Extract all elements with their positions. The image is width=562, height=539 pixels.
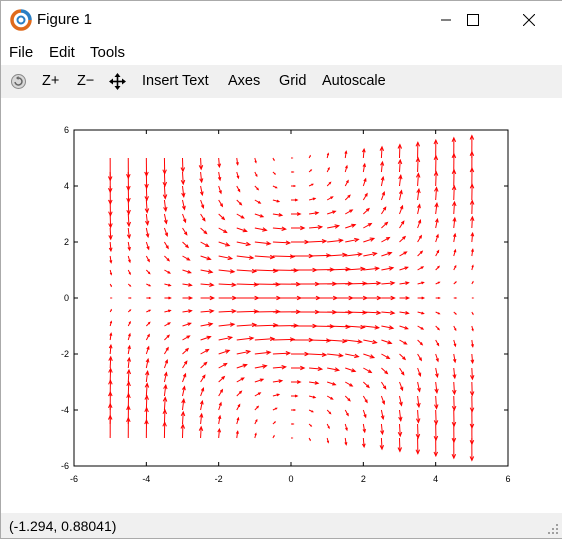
- cursor-coordinates: (-1.294, 0.88041): [9, 518, 116, 534]
- quiver-arrow: [291, 424, 293, 425]
- title-bar: Figure 1: [1, 1, 562, 39]
- close-button[interactable]: [506, 1, 552, 39]
- zoom-in-button[interactable]: Z+: [42, 73, 59, 89]
- y-tick-label: 2: [64, 237, 69, 247]
- y-tick-labels: 6 4 2 0 -2 -4 -6: [61, 125, 69, 471]
- maximize-icon: [467, 14, 479, 26]
- y-tick-label: 4: [64, 181, 69, 191]
- quiver-arrow: [291, 172, 293, 173]
- x-tick-label: 0: [288, 474, 293, 484]
- axes-button[interactable]: Axes: [228, 73, 260, 89]
- y-tick-label: -2: [61, 349, 69, 359]
- menu-edit[interactable]: Edit: [49, 44, 75, 61]
- menu-file[interactable]: File: [9, 44, 33, 61]
- y-tick-label: 6: [64, 125, 69, 135]
- y-tick-label: -4: [61, 405, 69, 415]
- grid-button[interactable]: Grid: [279, 73, 306, 89]
- plot-area[interactable]: -6 -4 -2 0 2 4 6 6 4 2 0 -2 -4 -6: [1, 98, 562, 513]
- quiver-arrow: [128, 298, 130, 299]
- x-tick-label: 2: [361, 474, 366, 484]
- quiver-arrow: [146, 297, 150, 298]
- y-tick-label: -6: [61, 461, 69, 471]
- status-bar: (-1.294, 0.88041): [1, 513, 562, 538]
- quiver-arrow: [291, 185, 295, 186]
- maximize-button[interactable]: [450, 1, 496, 39]
- zoom-out-button[interactable]: Z−: [77, 73, 94, 89]
- close-icon: [523, 14, 535, 26]
- x-tick-label: -4: [142, 474, 150, 484]
- x-tick-label: -6: [70, 474, 78, 484]
- window-title: Figure 1: [37, 11, 92, 28]
- x-tick-label: 6: [505, 474, 510, 484]
- quiver-arrow: [454, 298, 456, 299]
- y-tick-label: 0: [64, 293, 69, 303]
- resize-grip-icon[interactable]: [547, 523, 559, 535]
- autoscale-button[interactable]: Autoscale: [322, 73, 386, 89]
- quiver-arrow: [436, 297, 440, 298]
- menu-tools[interactable]: Tools: [90, 44, 125, 61]
- toolbar: Z+ Z− Insert Text Axes Grid Autoscale: [1, 65, 562, 98]
- pan-icon[interactable]: [109, 73, 126, 90]
- quiver-plot[interactable]: -6 -4 -2 0 2 4 6 6 4 2 0 -2 -4 -6: [1, 98, 562, 513]
- rotate-icon[interactable]: [10, 73, 27, 90]
- insert-text-button[interactable]: Insert Text: [142, 73, 209, 89]
- menu-bar: File Edit Tools: [1, 39, 562, 65]
- quiver-arrow: [291, 409, 295, 410]
- x-tick-label: -2: [215, 474, 223, 484]
- x-tick-labels: -6 -4 -2 0 2 4 6: [70, 474, 511, 484]
- x-tick-label: 4: [433, 474, 438, 484]
- octave-logo-icon: [10, 9, 32, 31]
- figure-window: Figure 1 File Edit Tools Z+ Z− Insert Te…: [0, 0, 562, 539]
